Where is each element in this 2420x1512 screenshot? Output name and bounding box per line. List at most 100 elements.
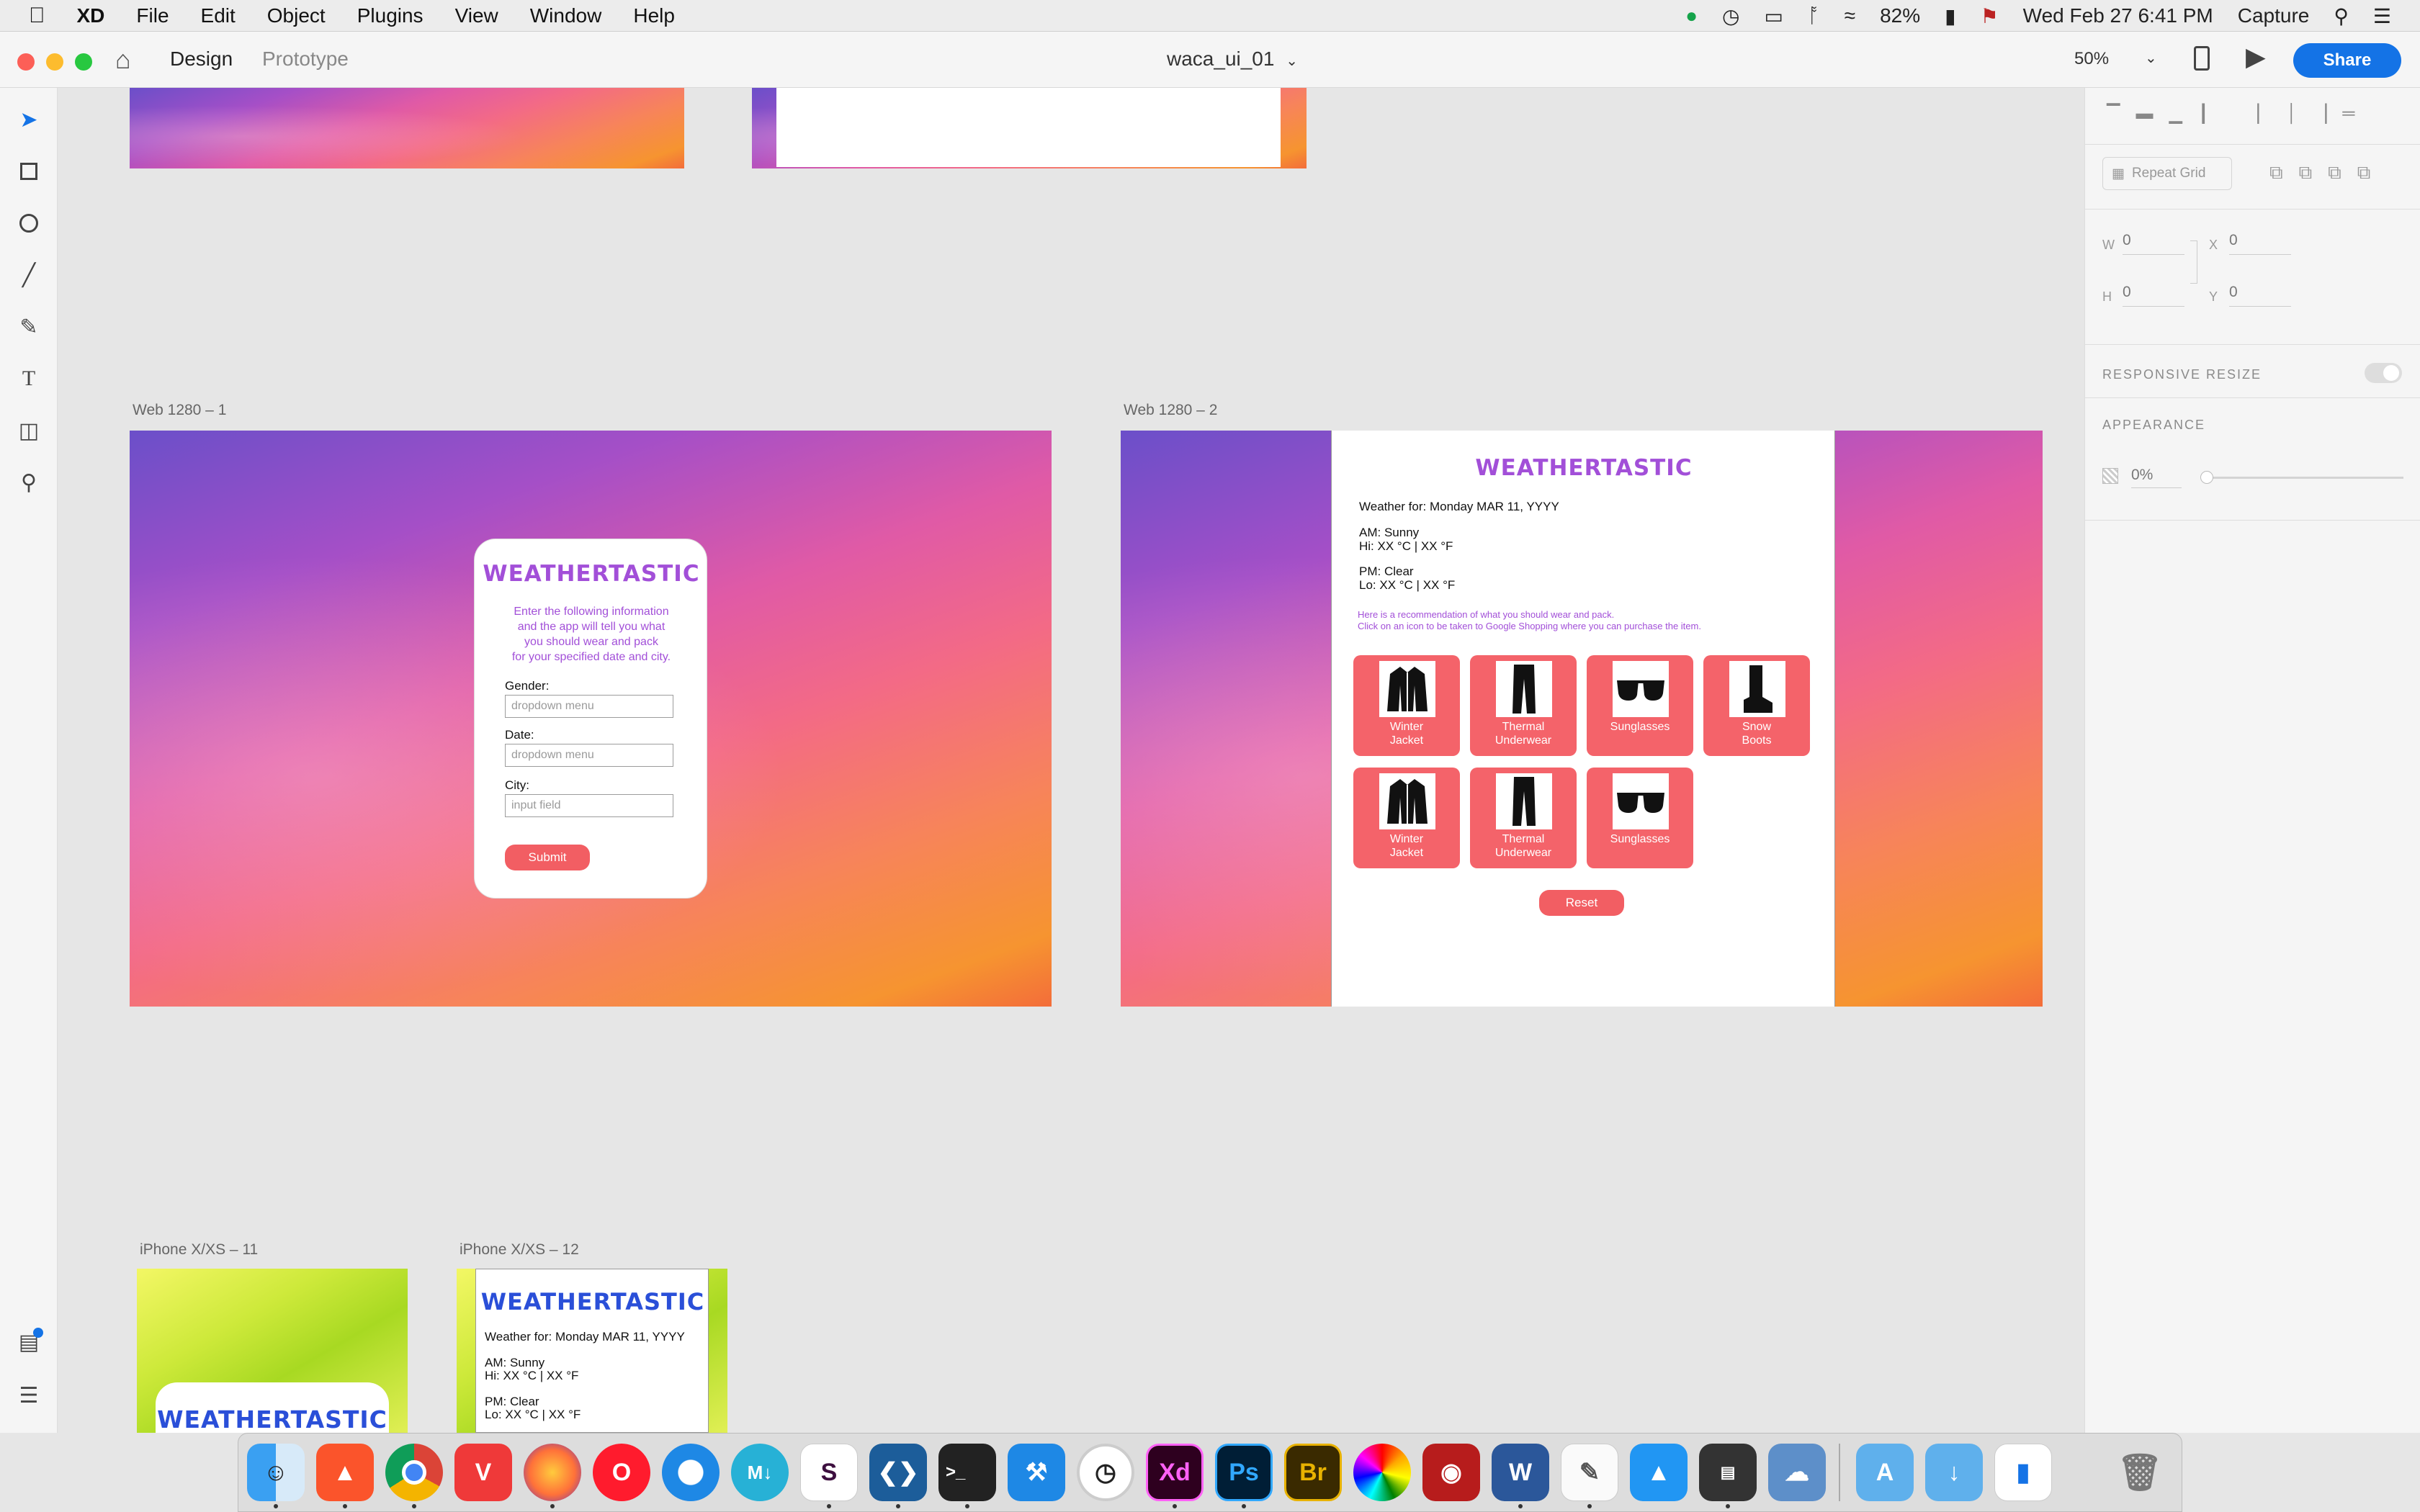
layers-panel-icon[interactable]: ☰: [14, 1381, 43, 1410]
capture-menu[interactable]: Capture: [2238, 4, 2310, 27]
calculator-icon[interactable]: ▤: [1699, 1444, 1757, 1501]
menu-plugins[interactable]: Plugins: [357, 4, 424, 27]
gender-dropdown[interactable]: dropdown menu: [505, 695, 673, 718]
home-icon[interactable]: ⌂: [115, 45, 131, 75]
opera-icon[interactable]: O: [593, 1444, 650, 1501]
align-top-icon[interactable]: ▔: [2107, 104, 2120, 125]
zoom-tool-icon[interactable]: ⚲: [14, 468, 43, 497]
artboard-label-web2[interactable]: Web 1280 – 2: [1124, 402, 1217, 419]
share-button[interactable]: Share: [2293, 43, 2401, 78]
item-tile-snow-boots[interactable]: Snow Boots: [1703, 655, 1810, 756]
menu-app-name[interactable]: XD: [77, 4, 105, 27]
flag-icon[interactable]: ⚑: [1981, 4, 1999, 28]
terminal-icon[interactable]: >_: [938, 1444, 996, 1501]
artboard-web2[interactable]: WEATHERTASTIC Weather for: Monday MAR 11…: [1121, 431, 2043, 1007]
add-icon[interactable]: ⧉: [2269, 161, 2283, 184]
document-title[interactable]: waca_ui_01 ⌄: [1167, 48, 1298, 71]
preview-icon[interactable]: ☁: [1768, 1444, 1826, 1501]
apple-menu-icon[interactable]: : [29, 4, 45, 28]
menu-help[interactable]: Help: [633, 4, 675, 27]
ellipse-tool-icon[interactable]: [14, 209, 43, 238]
chrome-icon[interactable]: [385, 1444, 443, 1501]
adobe-xd-icon[interactable]: Xd: [1146, 1444, 1204, 1501]
vscode-icon[interactable]: ❮❯: [869, 1444, 927, 1501]
opacity-field[interactable]: 0%: [2131, 467, 2182, 488]
item-tile-thermal-underwear[interactable]: Thermal Underwear: [1470, 768, 1577, 868]
datetime[interactable]: Wed Feb 27 6:41 PM: [2023, 4, 2213, 27]
photoshop-icon[interactable]: Ps: [1215, 1444, 1273, 1501]
markdown-editor-icon[interactable]: M↓: [731, 1444, 789, 1501]
minimize-window-button[interactable]: [46, 53, 63, 71]
item-tile-winter-jacket[interactable]: Winter Jacket: [1353, 768, 1460, 868]
time-machine-icon[interactable]: ◷: [1722, 4, 1739, 28]
tab-design[interactable]: Design: [170, 48, 233, 71]
battery-icon[interactable]: ▮: [1945, 4, 1955, 28]
align-middle-icon[interactable]: ▬: [2136, 104, 2153, 125]
y-field[interactable]: 0: [2229, 284, 2291, 307]
artboard-iphone12[interactable]: WEATHERTASTIC Weather for: Monday MAR 11…: [457, 1269, 727, 1433]
menu-view[interactable]: View: [455, 4, 498, 27]
applications-folder-icon[interactable]: A: [1856, 1444, 1914, 1501]
rectangle-tool-icon[interactable]: [14, 157, 43, 186]
artboard-web1[interactable]: WEATHERTASTIC Enter the following inform…: [130, 431, 1052, 1007]
item-tile-sunglasses[interactable]: Sunglasses: [1587, 768, 1693, 868]
text-tool-icon[interactable]: T: [14, 364, 43, 393]
recent-document-icon[interactable]: ▮: [1994, 1444, 2052, 1501]
bridge-icon[interactable]: Br: [1284, 1444, 1342, 1501]
word-icon[interactable]: W: [1492, 1444, 1549, 1501]
keynote-icon[interactable]: ▲: [1630, 1444, 1688, 1501]
vivaldi-icon[interactable]: V: [454, 1444, 512, 1501]
zoom-select[interactable]: 50% ⌄: [2074, 49, 2161, 69]
bluetooth-icon[interactable]: ᚩ: [1808, 4, 1820, 27]
line-tool-icon[interactable]: ╱: [14, 261, 43, 289]
submit-button[interactable]: Submit: [505, 845, 590, 870]
downloads-folder-icon[interactable]: ↓: [1925, 1444, 1983, 1501]
artboard-iphone11[interactable]: WEATHERTASTIC: [137, 1269, 408, 1433]
clock-icon[interactable]: ◷: [1077, 1444, 1134, 1501]
distribute-vertical-icon[interactable]: ┃: [2198, 104, 2208, 125]
slack-icon[interactable]: S: [800, 1444, 858, 1501]
artboard-partial-top-1[interactable]: [130, 88, 684, 168]
finder-icon[interactable]: ☺: [247, 1444, 305, 1501]
wifi-icon[interactable]: ≈: [1845, 4, 1855, 27]
align-center-icon[interactable]: │: [2287, 104, 2298, 125]
firefox-icon[interactable]: [524, 1444, 581, 1501]
airplay-icon[interactable]: ▭: [1764, 4, 1783, 28]
city-input[interactable]: input field: [505, 794, 673, 817]
zoom-window-button[interactable]: [75, 53, 92, 71]
item-tile-thermal-underwear[interactable]: Thermal Underwear: [1470, 655, 1577, 756]
brave-icon[interactable]: ▲: [316, 1444, 374, 1501]
textedit-icon[interactable]: ✎: [1561, 1444, 1618, 1501]
pen-tool-icon[interactable]: ✎: [14, 312, 43, 341]
design-canvas[interactable]: Web 1280 – 1 WEATHERTASTIC Enter the fol…: [58, 88, 2084, 1433]
align-left-icon[interactable]: ▏: [2257, 104, 2270, 125]
battery-percent[interactable]: 82%: [1880, 4, 1920, 27]
responsive-resize-toggle[interactable]: [2365, 363, 2402, 383]
x-field[interactable]: 0: [2229, 232, 2291, 255]
slider-thumb[interactable]: [2200, 471, 2213, 484]
play-icon[interactable]: ▶: [2246, 42, 2266, 72]
tab-prototype[interactable]: Prototype: [262, 48, 349, 71]
menu-file[interactable]: File: [136, 4, 169, 27]
artboard-tool-icon[interactable]: ◫: [14, 416, 43, 445]
item-tile-winter-jacket[interactable]: Winter Jacket: [1353, 655, 1460, 756]
intersect-icon[interactable]: ⧉: [2328, 161, 2341, 184]
photo-booth-icon[interactable]: ◉: [1422, 1444, 1480, 1501]
device-preview-icon[interactable]: [2194, 46, 2210, 71]
item-tile-sunglasses[interactable]: Sunglasses: [1587, 655, 1693, 756]
grammarly-icon[interactable]: ●: [1685, 4, 1698, 27]
menu-object[interactable]: Object: [267, 4, 326, 27]
artboard-partial-top-2[interactable]: [752, 88, 1307, 168]
width-field[interactable]: 0: [2123, 232, 2184, 255]
color-picker-icon[interactable]: [1353, 1444, 1411, 1501]
select-tool-icon[interactable]: ➤: [14, 105, 43, 134]
lock-aspect-icon[interactable]: [2190, 240, 2197, 284]
distribute-horizontal-icon[interactable]: ═: [2342, 104, 2354, 125]
date-dropdown[interactable]: dropdown menu: [505, 744, 673, 767]
exclude-icon[interactable]: ⧉: [2357, 161, 2371, 184]
notification-center-icon[interactable]: ☰: [2373, 4, 2391, 28]
subtract-icon[interactable]: ⧉: [2299, 161, 2313, 184]
artboard-label-iphone11[interactable]: iPhone X/XS – 11: [140, 1241, 258, 1259]
reset-button[interactable]: Reset: [1539, 890, 1624, 916]
artboard-label-iphone12[interactable]: iPhone X/XS – 12: [460, 1241, 579, 1259]
